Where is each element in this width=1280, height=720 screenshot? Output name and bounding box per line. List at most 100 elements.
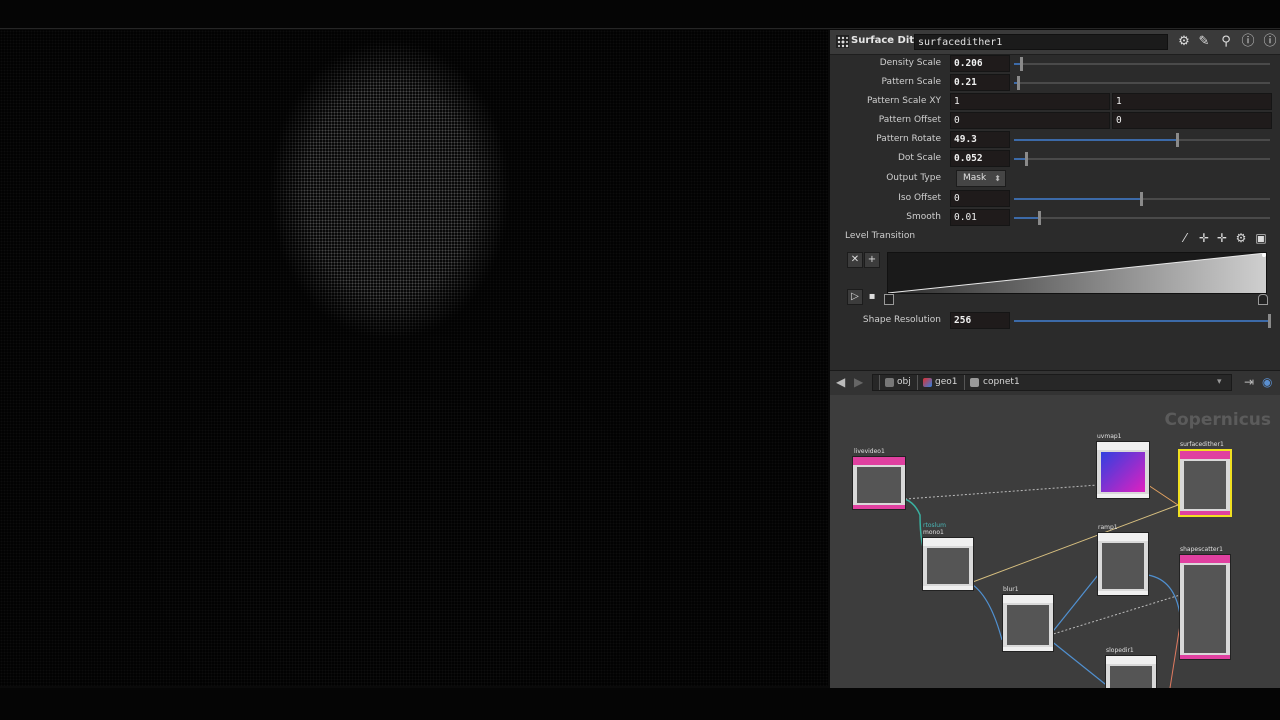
viewport[interactable] <box>0 30 828 686</box>
pattern-offset-x-field[interactable]: 0 <box>950 112 1110 129</box>
slopedir-label: slopedir1 <box>1106 647 1134 654</box>
node-shapescatter[interactable] <box>1179 554 1231 660</box>
add-key-button[interactable]: + <box>864 252 880 268</box>
link-status-icon[interactable]: ◉ <box>1262 375 1272 389</box>
crumb-separator <box>911 375 918 390</box>
density-scale-field[interactable]: 0.206 <box>950 55 1010 72</box>
param-label: Iso Offset <box>898 193 941 203</box>
node-surfacedither[interactable] <box>1178 449 1232 517</box>
pen-icon[interactable]: ⁄ <box>1178 231 1192 245</box>
network-path-bar: ◀ ▶ obj geo1 copnet1 ▾ ⇥ ◉ <box>830 370 1280 396</box>
move-icon[interactable]: ✛ <box>1197 231 1211 245</box>
pattern-scale-slider[interactable] <box>1014 76 1270 90</box>
param-smooth: Smooth 0.01 <box>830 209 1280 227</box>
output-type-value: Mask <box>963 173 987 183</box>
top-toolbar <box>0 0 1280 29</box>
param-pattern-rotate: Pattern Rotate 49.3 <box>830 131 1280 149</box>
level-transition-ramp[interactable] <box>887 252 1267 294</box>
slider-handle[interactable] <box>1037 211 1041 225</box>
param-label: Dot Scale <box>897 153 941 163</box>
shape-resolution-field[interactable]: 256 <box>950 312 1010 329</box>
crumb-obj[interactable]: obj <box>897 377 911 387</box>
node-livevideo[interactable] <box>852 456 906 510</box>
iso-offset-field[interactable]: 0 <box>950 190 1010 207</box>
mono-label: mono1 <box>923 529 944 536</box>
mono-sub-label: rtoslum <box>923 522 946 529</box>
slider-handle[interactable] <box>1024 152 1028 166</box>
bottom-bar <box>0 688 1280 720</box>
slider-handle[interactable] <box>1017 76 1021 90</box>
gear-icon[interactable]: ⚙ <box>1176 34 1192 50</box>
param-pattern-scale-xy: Pattern Scale XY 1 1 <box>830 93 1280 111</box>
play-icon[interactable]: ▷ <box>847 289 863 305</box>
param-label: Shape Resolution <box>862 315 941 325</box>
gradient-icon[interactable]: ▣ <box>1254 231 1268 245</box>
slider-handle[interactable] <box>1019 57 1023 71</box>
param-label: Pattern Scale XY <box>867 96 941 106</box>
pattern-scale-field[interactable]: 0.21 <box>950 74 1010 91</box>
level-transition-label: Level Transition <box>845 231 916 241</box>
obj-icon <box>885 378 894 387</box>
link-icon[interactable]: ▪ <box>864 289 880 305</box>
node-name-field[interactable]: surfacedither1 <box>914 34 1168 50</box>
slider-handle[interactable] <box>1268 314 1271 328</box>
ramp-key-end[interactable] <box>1258 294 1268 305</box>
node-mono[interactable] <box>922 537 974 591</box>
dot-scale-field[interactable]: 0.052 <box>950 150 1010 167</box>
param-output-type: Output Type Mask ⬍ <box>830 170 1280 188</box>
iso-offset-slider[interactable] <box>1014 192 1270 206</box>
param-label: Pattern Offset <box>878 115 941 125</box>
search-icon[interactable]: ⚲ <box>1218 34 1234 50</box>
param-label: Pattern Rotate <box>876 134 941 144</box>
node-uvmap[interactable] <box>1096 441 1150 499</box>
breadcrumb: obj geo1 copnet1 ▾ <box>872 374 1232 391</box>
shape-resolution-slider[interactable] <box>1014 314 1271 328</box>
crumb-separator <box>873 375 880 390</box>
slider-handle[interactable] <box>1140 192 1143 206</box>
smooth-field[interactable]: 0.01 <box>950 209 1010 226</box>
pattern-scale-y-field[interactable]: 1 <box>1112 93 1272 110</box>
delete-key-button[interactable]: ✕ <box>847 252 863 268</box>
chevron-down-icon[interactable]: ▾ <box>1217 377 1222 387</box>
param-density-scale: Density Scale 0.206 <box>830 55 1280 73</box>
pattern-scale-x-field[interactable]: 1 <box>950 93 1110 110</box>
forward-arrow-icon[interactable]: ▶ <box>854 375 863 389</box>
output-type-menu[interactable]: Mask ⬍ <box>956 170 1006 187</box>
density-scale-slider[interactable] <box>1014 57 1270 71</box>
image-shading <box>0 30 828 686</box>
crumb-geo1[interactable]: geo1 <box>935 377 957 387</box>
pin-icon[interactable]: ⇥ <box>1244 375 1254 389</box>
node-ramp[interactable] <box>1097 532 1149 596</box>
pattern-offset-y-field[interactable]: 0 <box>1112 112 1272 129</box>
param-pattern-offset: Pattern Offset 0 0 <box>830 112 1280 130</box>
back-arrow-icon[interactable]: ◀ <box>836 375 845 389</box>
blur-label: blur1 <box>1003 586 1019 593</box>
uvmap-label: uvmap1 <box>1097 433 1122 440</box>
help-icon[interactable]: ⓘ <box>1240 34 1256 50</box>
network-editor[interactable]: Copernicus livevideo1 rtoslum mono1 uvma… <box>830 395 1280 688</box>
dot-scale-slider[interactable] <box>1014 152 1270 166</box>
geo-icon <box>923 378 932 387</box>
chevron-updown-icon: ⬍ <box>994 174 1001 183</box>
add-point-icon[interactable]: ✛ <box>1215 231 1229 245</box>
param-label: Density Scale <box>879 58 941 68</box>
node-slopedir[interactable] <box>1105 655 1157 688</box>
parameter-panel: Surface Dither surfacedither1 ⚙ ✎ ⚲ ⓘ ⓘ … <box>830 30 1280 370</box>
ramp-key-start[interactable] <box>884 294 894 305</box>
gear-icon[interactable]: ⚙ <box>1234 231 1248 245</box>
param-pattern-scale: Pattern Scale 0.21 <box>830 74 1280 92</box>
smooth-slider[interactable] <box>1014 211 1270 225</box>
slider-handle[interactable] <box>1175 133 1179 147</box>
pattern-rotate-field[interactable]: 49.3 <box>950 131 1010 148</box>
param-label: Pattern Scale <box>881 77 941 87</box>
pattern-rotate-slider[interactable] <box>1014 133 1270 147</box>
brush-icon[interactable]: ✎ <box>1196 34 1212 50</box>
node-thumbnail <box>927 548 969 584</box>
node-type-icon <box>836 35 849 48</box>
info-icon[interactable]: ⓘ <box>1262 34 1278 50</box>
node-thumbnail <box>1101 452 1145 492</box>
copnet-icon <box>970 378 979 387</box>
crumb-copnet1[interactable]: copnet1 <box>983 377 1020 387</box>
node-blur[interactable] <box>1002 594 1054 652</box>
node-thumbnail <box>1102 543 1144 589</box>
